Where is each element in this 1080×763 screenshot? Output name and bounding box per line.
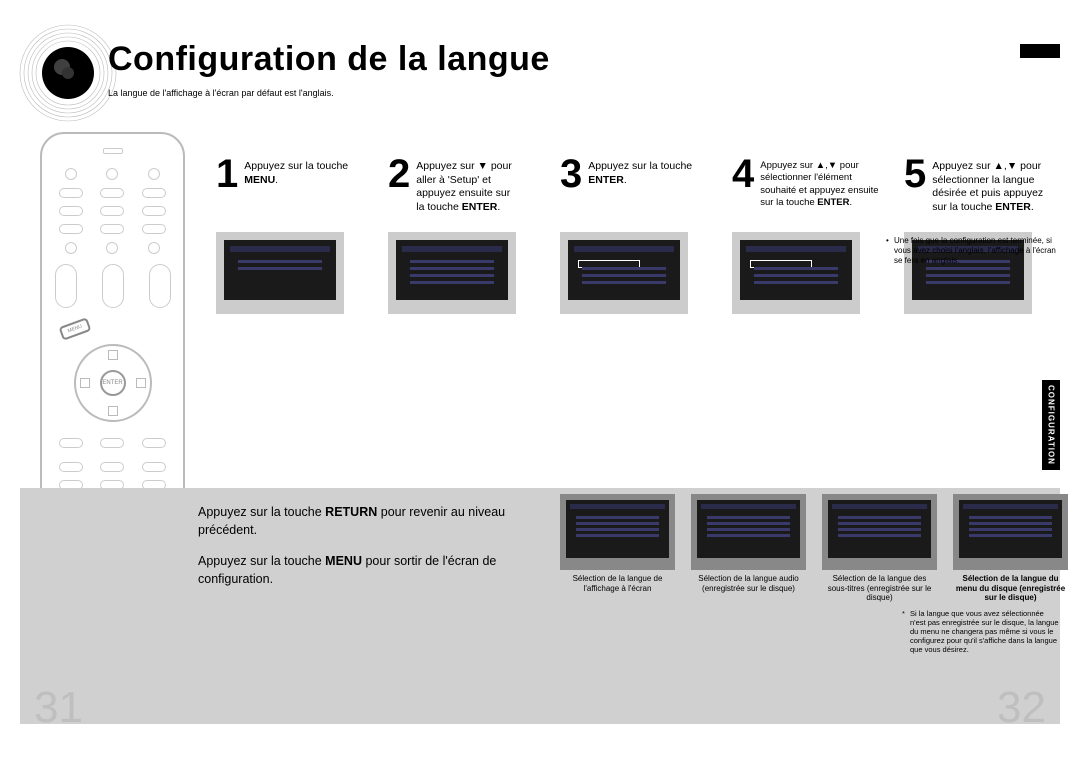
thumb-subtitle-language: Sélection de la langue des sous-titres (… xyxy=(822,494,937,603)
step-number: 3 xyxy=(560,154,582,194)
dpad-icon: ENTER xyxy=(74,344,152,422)
page-number-left: 31 xyxy=(34,683,83,733)
step-number: 1 xyxy=(216,154,238,194)
tv-screenshot-icon xyxy=(953,494,1068,570)
tv-screenshot-icon xyxy=(691,494,806,570)
step-text: Appuyez sur ▲,▼ pour sélectionner l'élém… xyxy=(760,154,878,209)
step-5: 5 Appuyez sur ▲,▼ pour sélectionner la l… xyxy=(904,154,1064,314)
step-text: Appuyez sur ▲,▼ pour sélectionner la lan… xyxy=(932,154,1043,215)
step-3: 3 Appuyez sur la touche ENTER. xyxy=(560,154,720,314)
steps-row: 1 Appuyez sur la touche MENU. 2 Appuyez … xyxy=(216,154,1064,314)
return-menu-notes: Appuyez sur la touche RETURN pour reveni… xyxy=(198,504,538,602)
page-title: Configuration de la langue xyxy=(108,40,550,79)
manual-page-spread: Configuration de la langue La langue de … xyxy=(0,0,1080,763)
thumb-caption: Sélection de la langue de l'affichage à … xyxy=(560,574,675,593)
lower-thumbs-row: Sélection de la langue de l'affichage à … xyxy=(560,494,1068,603)
thumb-osd-language: Sélection de la langue de l'affichage à … xyxy=(560,494,675,603)
menu-button-icon: MENU xyxy=(59,317,92,340)
page-subtitle: La langue de l'affichage à l'écran par d… xyxy=(108,88,334,98)
step-number: 2 xyxy=(388,154,410,194)
black-tab-icon xyxy=(1020,44,1060,58)
step-text: Appuyez sur ▼ pour aller à 'Setup' et ap… xyxy=(416,154,512,215)
tv-screenshot-icon xyxy=(732,232,860,314)
thumb-caption: Sélection de la langue des sous-titres (… xyxy=(822,574,937,603)
tv-screenshot-icon xyxy=(388,232,516,314)
tv-screenshot-icon xyxy=(560,494,675,570)
page-number-right: 32 xyxy=(997,683,1046,733)
thumb-audio-language: Sélection de la langue audio (enregistré… xyxy=(691,494,806,603)
channel-rocker xyxy=(55,264,77,308)
volume-rocker xyxy=(102,264,124,308)
step-1: 1 Appuyez sur la touche MENU. xyxy=(216,154,376,314)
step-2: 2 Appuyez sur ▼ pour aller à 'Setup' et … xyxy=(388,154,548,314)
tv-screenshot-icon xyxy=(560,232,688,314)
step-4: 4 Appuyez sur ▲,▼ pour sélectionner l'él… xyxy=(732,154,892,314)
enter-button-icon: ENTER xyxy=(100,370,126,396)
step-text: Appuyez sur la touche MENU. xyxy=(244,154,376,187)
tv-screenshot-icon xyxy=(216,232,344,314)
step-number: 4 xyxy=(732,154,754,194)
tune-rocker xyxy=(149,264,171,308)
thumb-disc-menu-language: Sélection de la langue du menu du disque… xyxy=(953,494,1068,603)
step-text: Appuyez sur la touche ENTER. xyxy=(588,154,720,187)
thumb-caption: Sélection de la langue du menu du disque… xyxy=(953,574,1068,603)
tv-screenshot-icon xyxy=(822,494,937,570)
step-number: 5 xyxy=(904,154,926,194)
thumb-caption: Sélection de la langue audio (enregistré… xyxy=(691,574,806,593)
asterisk-note: Si la langue que vous avez sélectionnée … xyxy=(910,609,1060,654)
section-tab: CONFIGURATION xyxy=(1042,380,1060,470)
english-note: Une fois que la configuration est termin… xyxy=(894,236,1059,266)
